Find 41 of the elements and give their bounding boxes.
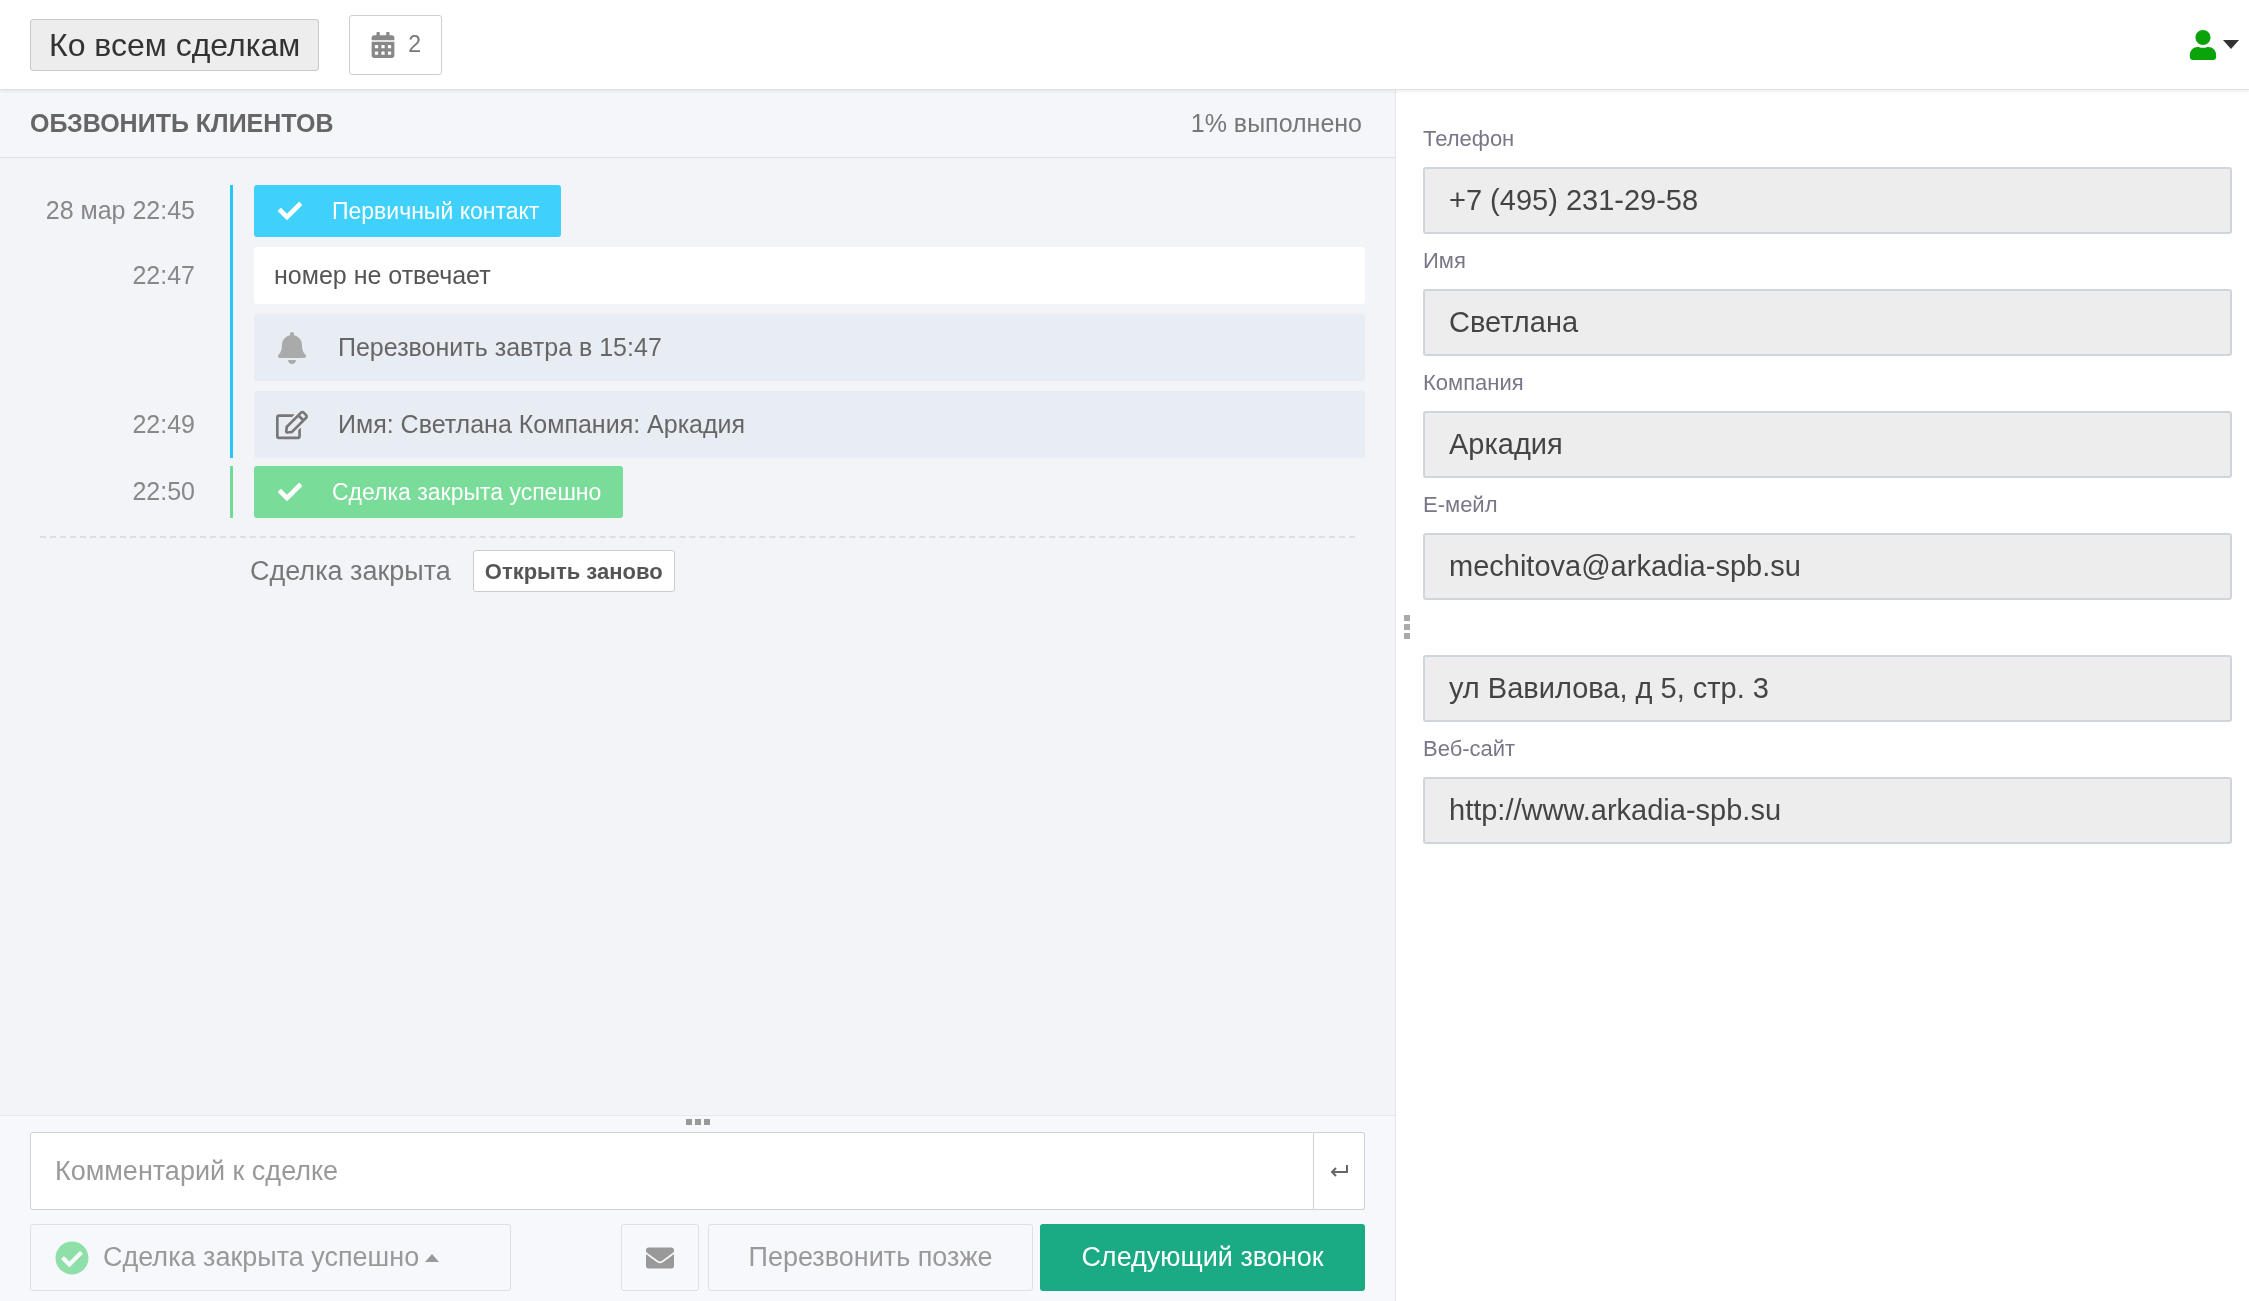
- contact-field[interactable]: Светлана: [1423, 289, 2232, 356]
- calendar-button[interactable]: 2: [349, 14, 443, 75]
- tag-label: Первичный контакт: [254, 185, 562, 237]
- entry-time: 22:47: [132, 260, 195, 289]
- check-icon: [278, 199, 302, 223]
- comment-input[interactable]: Комментарий к сделке: [30, 1132, 1314, 1210]
- contact-field[interactable]: ул Вавилова, д 5, стр. 3: [1423, 655, 2232, 722]
- progress-text: 1% выполнено: [1190, 107, 1363, 139]
- grip-icon: [1404, 615, 1410, 639]
- reopen-button[interactable]: Открыть заново: [472, 550, 675, 592]
- tag-label: Сделка закрыта успешно: [254, 466, 624, 518]
- entry-time: 28 мар 22:45: [45, 196, 195, 225]
- user-icon: [2189, 29, 2217, 60]
- back-button[interactable]: Ко всем сделкам: [30, 18, 320, 71]
- email-button[interactable]: [621, 1224, 699, 1291]
- edit-icon: [276, 408, 308, 441]
- field-label: Имя: [1423, 248, 1467, 275]
- caret-icon: [2223, 40, 2239, 49]
- edit-entry: Имя: Светлана Компания: Аркадия: [254, 391, 1365, 458]
- grip-icon: [685, 1119, 710, 1125]
- contact-field[interactable]: mechitova@arkadia-spb.su: [1423, 533, 2232, 600]
- entry-time: 22:50: [132, 477, 195, 506]
- caret-icon: [425, 1253, 440, 1262]
- contact-field[interactable]: +7 (495) 231-29-58: [1423, 167, 2232, 234]
- contact-field[interactable]: http://www.arkadia-spb.su: [1423, 777, 2232, 844]
- calendar-icon: [370, 31, 397, 58]
- reminder-entry: Перезвонить завтра в 15:47: [254, 314, 1365, 381]
- field-label: Компания: [1423, 370, 1525, 397]
- send-button[interactable]: [1314, 1132, 1365, 1210]
- field-label: Е-мейл: [1423, 492, 1499, 519]
- check-icon: [278, 480, 302, 504]
- enter-icon: [1329, 1164, 1349, 1178]
- bell-icon: [276, 331, 308, 364]
- entry-time: 22:49: [132, 409, 195, 438]
- field-label: Веб-сайт: [1423, 736, 1517, 763]
- field-label: Телефон: [1423, 126, 1516, 153]
- task-title: ОБЗВОНИТЬ КЛИЕНТОВ: [30, 107, 334, 139]
- user-menu-button[interactable]: [2189, 29, 2239, 60]
- closed-label: Сделка закрыта: [250, 554, 451, 588]
- comment-entry: номер не отвечает: [254, 247, 1365, 304]
- contact-field[interactable]: Аркадия: [1423, 411, 2232, 478]
